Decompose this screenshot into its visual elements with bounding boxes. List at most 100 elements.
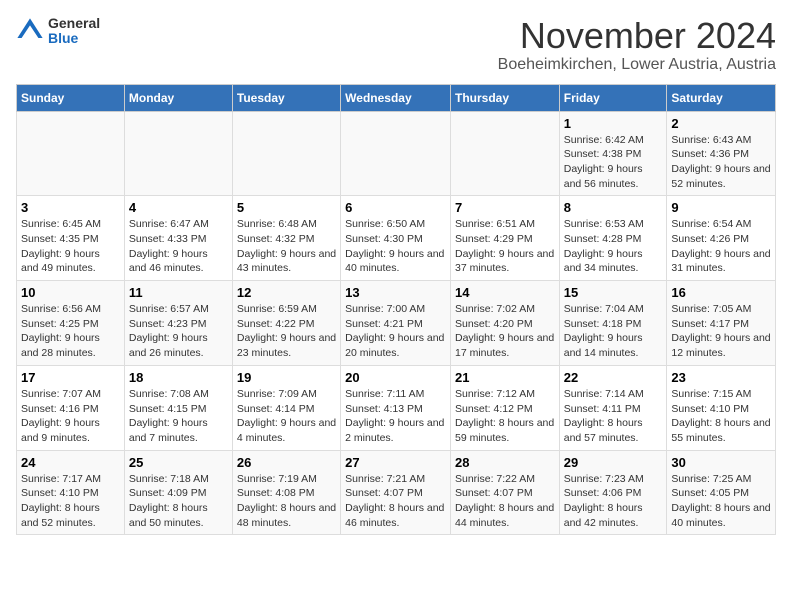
day-number: 30 [671, 455, 771, 470]
day-info: Sunrise: 6:47 AM Sunset: 4:33 PM Dayligh… [129, 217, 228, 276]
header-tuesday: Tuesday [232, 84, 340, 111]
day-cell: 30 Sunrise: 7:25 AM Sunset: 4:05 PM Dayli… [667, 450, 776, 535]
header-saturday: Saturday [667, 84, 776, 111]
day-info: Sunrise: 7:22 AM Sunset: 4:07 PM Dayligh… [455, 472, 555, 531]
day-cell: 12Sunrise: 6:59 AM Sunset: 4:22 PM Dayli… [232, 281, 340, 366]
header-thursday: Thursday [450, 84, 559, 111]
day-info: Sunrise: 7:11 AM Sunset: 4:13 PM Dayligh… [345, 387, 446, 446]
day-cell [17, 111, 125, 196]
day-cell [124, 111, 232, 196]
day-cell: 4 Sunrise: 6:47 AM Sunset: 4:33 PM Daylig… [124, 196, 232, 281]
day-cell: 14Sunrise: 7:02 AM Sunset: 4:20 PM Dayli… [450, 281, 559, 366]
day-number: 1 [564, 116, 663, 131]
day-info: Sunrise: 7:25 AM Sunset: 4:05 PM Dayligh… [671, 472, 771, 531]
day-number: 6 [345, 200, 446, 215]
day-number: 5 [237, 200, 336, 215]
day-info: Sunrise: 6:57 AM Sunset: 4:23 PM Dayligh… [129, 302, 228, 361]
day-number: 17 [21, 370, 120, 385]
day-info: Sunrise: 7:14 AM Sunset: 4:11 PM Dayligh… [564, 387, 663, 446]
header-sunday: Sunday [17, 84, 125, 111]
day-number: 28 [455, 455, 555, 470]
day-info: Sunrise: 7:05 AM Sunset: 4:17 PM Dayligh… [671, 302, 771, 361]
day-number: 7 [455, 200, 555, 215]
day-cell: 24Sunrise: 7:17 AM Sunset: 4:10 PM Dayli… [17, 450, 125, 535]
day-info: Sunrise: 7:07 AM Sunset: 4:16 PM Dayligh… [21, 387, 120, 446]
day-info: Sunrise: 6:48 AM Sunset: 4:32 PM Dayligh… [237, 217, 336, 276]
day-number: 11 [129, 285, 228, 300]
day-cell: 28 Sunrise: 7:22 AM Sunset: 4:07 PM Dayli… [450, 450, 559, 535]
logo-icon [16, 17, 44, 45]
day-info: Sunrise: 7:18 AM Sunset: 4:09 PM Dayligh… [129, 472, 228, 531]
day-cell: 1Sunrise: 6:42 AM Sunset: 4:38 PM Daylig… [559, 111, 667, 196]
day-cell: 6 Sunrise: 6:50 AM Sunset: 4:30 PM Daylig… [341, 196, 451, 281]
day-info: Sunrise: 6:53 AM Sunset: 4:28 PM Dayligh… [564, 217, 663, 276]
week-row-4: 17 Sunrise: 7:07 AM Sunset: 4:16 PM Dayli… [17, 365, 776, 450]
day-cell: 18 Sunrise: 7:08 AM Sunset: 4:15 PM Dayli… [124, 365, 232, 450]
day-number: 16 [671, 285, 771, 300]
day-number: 3 [21, 200, 120, 215]
day-number: 10 [21, 285, 120, 300]
day-info: Sunrise: 7:12 AM Sunset: 4:12 PM Dayligh… [455, 387, 555, 446]
day-cell [232, 111, 340, 196]
day-cell: 20 Sunrise: 7:11 AM Sunset: 4:13 PM Dayli… [341, 365, 451, 450]
day-info: Sunrise: 6:45 AM Sunset: 4:35 PM Dayligh… [21, 217, 120, 276]
day-info: Sunrise: 7:02 AM Sunset: 4:20 PM Dayligh… [455, 302, 555, 361]
week-row-2: 3 Sunrise: 6:45 AM Sunset: 4:35 PM Daylig… [17, 196, 776, 281]
day-info: Sunrise: 6:59 AM Sunset: 4:22 PM Dayligh… [237, 302, 336, 361]
day-number: 18 [129, 370, 228, 385]
day-number: 27 [345, 455, 446, 470]
day-cell: 19Sunrise: 7:09 AM Sunset: 4:14 PM Dayli… [232, 365, 340, 450]
day-cell: 3 Sunrise: 6:45 AM Sunset: 4:35 PM Daylig… [17, 196, 125, 281]
day-cell: 5 Sunrise: 6:48 AM Sunset: 4:32 PM Daylig… [232, 196, 340, 281]
day-info: Sunrise: 6:54 AM Sunset: 4:26 PM Dayligh… [671, 217, 771, 276]
header-monday: Monday [124, 84, 232, 111]
day-cell: 11 Sunrise: 6:57 AM Sunset: 4:23 PM Dayli… [124, 281, 232, 366]
day-info: Sunrise: 6:51 AM Sunset: 4:29 PM Dayligh… [455, 217, 555, 276]
day-info: Sunrise: 7:04 AM Sunset: 4:18 PM Dayligh… [564, 302, 663, 361]
week-row-5: 24Sunrise: 7:17 AM Sunset: 4:10 PM Dayli… [17, 450, 776, 535]
header-friday: Friday [559, 84, 667, 111]
day-info: Sunrise: 6:50 AM Sunset: 4:30 PM Dayligh… [345, 217, 446, 276]
day-cell: 9 Sunrise: 6:54 AM Sunset: 4:26 PM Daylig… [667, 196, 776, 281]
day-number: 4 [129, 200, 228, 215]
week-row-1: 1Sunrise: 6:42 AM Sunset: 4:38 PM Daylig… [17, 111, 776, 196]
header-section: General Blue November 2024 Boeheimkirche… [16, 16, 776, 74]
day-number: 8 [564, 200, 663, 215]
day-number: 2 [671, 116, 771, 131]
day-cell: 8 Sunrise: 6:53 AM Sunset: 4:28 PM Daylig… [559, 196, 667, 281]
main-title: November 2024 [498, 16, 776, 56]
calendar-table: SundayMondayTuesdayWednesdayThursdayFrid… [16, 84, 776, 536]
day-number: 21 [455, 370, 555, 385]
day-number: 23 [671, 370, 771, 385]
logo-general: General [48, 16, 100, 31]
day-info: Sunrise: 6:43 AM Sunset: 4:36 PM Dayligh… [671, 133, 771, 192]
subtitle: Boeheimkirchen, Lower Austria, Austria [498, 56, 776, 74]
header-row: SundayMondayTuesdayWednesdayThursdayFrid… [17, 84, 776, 111]
day-info: Sunrise: 7:15 AM Sunset: 4:10 PM Dayligh… [671, 387, 771, 446]
day-info: Sunrise: 7:00 AM Sunset: 4:21 PM Dayligh… [345, 302, 446, 361]
day-info: Sunrise: 7:23 AM Sunset: 4:06 PM Dayligh… [564, 472, 663, 531]
day-info: Sunrise: 6:56 AM Sunset: 4:25 PM Dayligh… [21, 302, 120, 361]
day-cell: 23 Sunrise: 7:15 AM Sunset: 4:10 PM Dayli… [667, 365, 776, 450]
week-row-3: 10 Sunrise: 6:56 AM Sunset: 4:25 PM Dayli… [17, 281, 776, 366]
day-info: Sunrise: 7:08 AM Sunset: 4:15 PM Dayligh… [129, 387, 228, 446]
day-number: 20 [345, 370, 446, 385]
day-info: Sunrise: 7:09 AM Sunset: 4:14 PM Dayligh… [237, 387, 336, 446]
day-number: 9 [671, 200, 771, 215]
day-cell: 26Sunrise: 7:19 AM Sunset: 4:08 PM Dayli… [232, 450, 340, 535]
logo: General Blue [16, 16, 100, 47]
day-number: 22 [564, 370, 663, 385]
day-number: 15 [564, 285, 663, 300]
day-cell [341, 111, 451, 196]
title-section: November 2024 Boeheimkirchen, Lower Aust… [498, 16, 776, 74]
day-cell: 15 Sunrise: 7:04 AM Sunset: 4:18 PM Dayli… [559, 281, 667, 366]
day-cell: 13 Sunrise: 7:00 AM Sunset: 4:21 PM Dayli… [341, 281, 451, 366]
day-number: 13 [345, 285, 446, 300]
day-info: Sunrise: 7:19 AM Sunset: 4:08 PM Dayligh… [237, 472, 336, 531]
day-cell: 27Sunrise: 7:21 AM Sunset: 4:07 PM Dayli… [341, 450, 451, 535]
day-number: 29 [564, 455, 663, 470]
day-number: 24 [21, 455, 120, 470]
header-wednesday: Wednesday [341, 84, 451, 111]
day-cell: 10 Sunrise: 6:56 AM Sunset: 4:25 PM Dayli… [17, 281, 125, 366]
logo-blue: Blue [48, 31, 100, 46]
